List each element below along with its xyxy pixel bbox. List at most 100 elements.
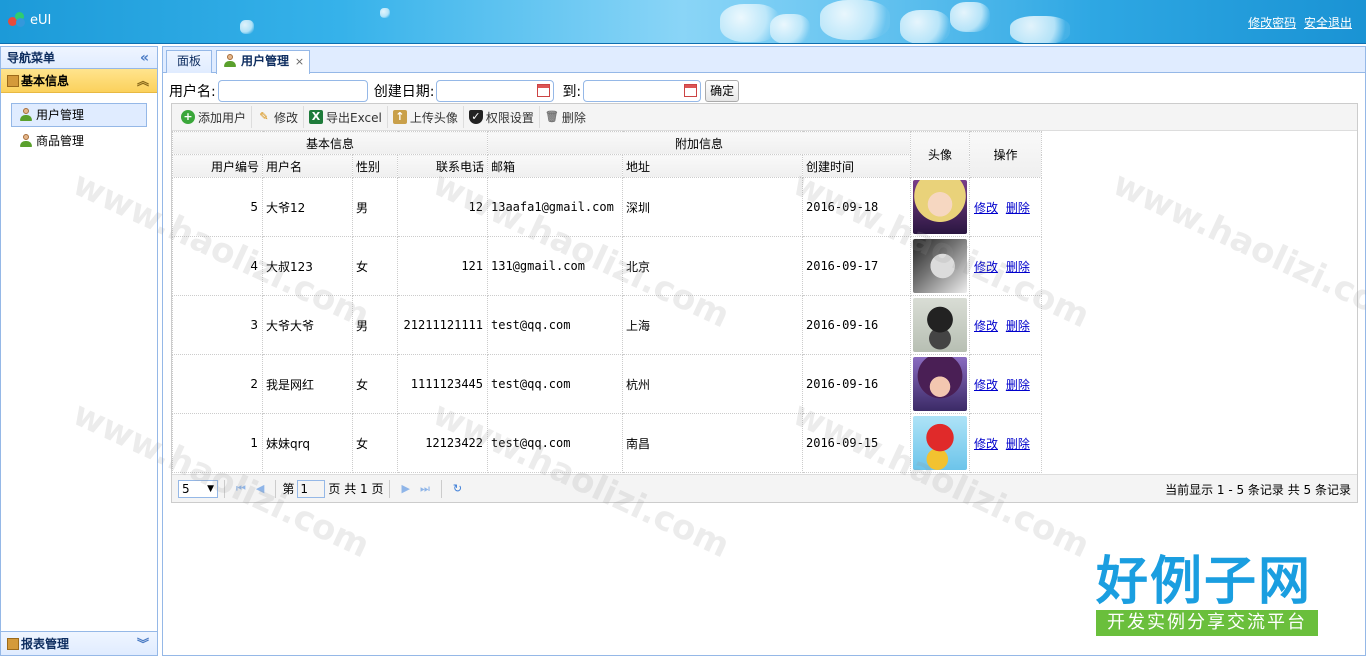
cell-operations: 修改 删除 xyxy=(969,236,1042,296)
pagination-info: 当前显示 1 - 5 条记录 共 5 条记录 xyxy=(1165,483,1351,497)
chevron-down-icon[interactable]: ︾ xyxy=(137,632,149,656)
prev-page-icon[interactable]: ◀ xyxy=(256,482,264,495)
header-group-row: 基本信息 附加信息 头像 操作 xyxy=(172,131,1042,178)
app-name: eUI xyxy=(30,12,52,28)
cell-user-id: 3 xyxy=(172,295,263,355)
avatar-image xyxy=(913,357,967,411)
cell-username: 妹妹qrq xyxy=(262,413,353,473)
user-icon xyxy=(19,134,33,148)
permission-settings-button[interactable]: ✓ 权限设置 xyxy=(464,106,540,128)
tab-bar: 面板 用户管理 × xyxy=(163,47,1365,74)
cell-user-id: 5 xyxy=(172,177,263,237)
cell-email: test@qq.com xyxy=(487,354,623,414)
next-page-icon[interactable]: ▶ xyxy=(401,482,409,495)
nav-item-label: 商品管理 xyxy=(36,134,85,148)
cell-phone: 12 xyxy=(397,177,488,237)
last-page-icon[interactable]: ⏭ xyxy=(420,482,430,496)
user-table: 基本信息 附加信息 头像 操作 用户编号 用户名 性别 联系电话 邮箱 地址 创… xyxy=(172,131,1042,473)
col-avatar[interactable]: 头像 xyxy=(910,131,970,178)
accordion-reports[interactable]: 报表管理 ︾ xyxy=(1,631,157,655)
create-date-label: 创建日期: xyxy=(373,84,435,100)
collapse-icon[interactable]: « xyxy=(140,47,149,69)
row-delete-link[interactable]: 删除 xyxy=(1006,260,1030,274)
row-edit-link[interactable]: 修改 xyxy=(974,437,998,451)
accordion-basic-info-label: 基本信息 xyxy=(21,74,70,88)
cell-username: 大爷大爷 xyxy=(262,295,353,355)
row-delete-link[interactable]: 删除 xyxy=(1006,378,1030,392)
first-page-icon[interactable]: ⏮ xyxy=(236,482,246,496)
page-suffix: 页 共 1 页 xyxy=(328,482,384,496)
row-edit-link[interactable]: 修改 xyxy=(974,378,998,392)
cell-email: 13aafa1@gmail.com xyxy=(487,177,623,237)
cell-user-id: 4 xyxy=(172,236,263,296)
page-size-select[interactable]: 5 xyxy=(178,479,218,498)
cell-gender: 女 xyxy=(352,236,398,296)
nav-panel: 导航菜单 « 基本信息 ︽ 用户管理 商品管理 报表管理 ︾ xyxy=(0,46,158,656)
cell-email: 131@gmail.com xyxy=(487,236,623,296)
tab-label: 用户管理 xyxy=(241,54,290,68)
refresh-icon[interactable]: ↻ xyxy=(453,482,462,495)
cell-username: 大爷12 xyxy=(262,177,353,237)
nav-list: 用户管理 商品管理 xyxy=(1,93,157,165)
col-created-time[interactable]: 创建时间 xyxy=(802,154,911,178)
calendar-icon[interactable] xyxy=(537,84,551,97)
cell-avatar xyxy=(910,354,970,414)
delete-button[interactable]: 🗑 删除 xyxy=(540,106,591,128)
table-row[interactable]: 2 我是网红 女 1111123445 test@qq.com 杭州 2016-… xyxy=(172,354,1042,414)
col-gender[interactable]: 性别 xyxy=(352,154,398,178)
export-excel-button[interactable]: X 导出Excel xyxy=(304,106,388,128)
table-row[interactable]: 4 大叔123 女 121 131@gmail.com 北京 2016-09-1… xyxy=(172,236,1042,296)
col-username[interactable]: 用户名 xyxy=(262,154,353,178)
row-edit-link[interactable]: 修改 xyxy=(974,260,998,274)
row-delete-link[interactable]: 删除 xyxy=(1006,319,1030,333)
calendar-icon[interactable] xyxy=(684,84,698,97)
end-date-input[interactable] xyxy=(583,80,702,102)
nav-item-label: 用户管理 xyxy=(36,108,85,122)
nav-item-product-management[interactable]: 商品管理 xyxy=(11,129,147,153)
edit-button[interactable]: ✎ 修改 xyxy=(252,106,305,128)
table-row[interactable]: 1 妹妹qrq 女 12123422 test@qq.com 南昌 2016-0… xyxy=(172,413,1042,473)
cell-gender: 男 xyxy=(352,177,398,237)
export-label: 导出Excel xyxy=(326,110,382,125)
excel-icon: X xyxy=(309,110,324,124)
accordion-reports-label: 报表管理 xyxy=(21,637,70,651)
close-icon[interactable]: × xyxy=(295,51,304,72)
chevron-up-icon[interactable]: ︽ xyxy=(137,69,149,93)
tab-user-management[interactable]: 用户管理 × xyxy=(216,50,311,74)
nav-title-text: 导航菜单 xyxy=(7,51,56,65)
nav-item-user-management[interactable]: 用户管理 xyxy=(11,103,147,127)
row-delete-link[interactable]: 删除 xyxy=(1006,437,1030,451)
change-password-link[interactable]: 修改密码 xyxy=(1248,16,1296,30)
add-user-button[interactable]: + 添加用户 xyxy=(176,106,253,128)
row-edit-link[interactable]: 修改 xyxy=(974,319,998,333)
col-address[interactable]: 地址 xyxy=(622,154,803,178)
upload-icon: ↑ xyxy=(392,110,407,124)
table-row[interactable]: 5 大爷12 男 12 13aafa1@gmail.com 深圳 2016-09… xyxy=(172,177,1042,237)
cell-phone: 21211121111 xyxy=(397,295,488,355)
cell-address: 南昌 xyxy=(622,413,803,473)
table-row[interactable]: 3 大爷大爷 男 21211121111 test@qq.com 上海 2016… xyxy=(172,295,1042,355)
brand-title: 好例子网 xyxy=(1096,551,1313,612)
col-operations: 操作 xyxy=(969,131,1042,178)
username-input[interactable] xyxy=(217,80,368,102)
start-date-input[interactable] xyxy=(436,80,555,102)
tab-panel[interactable]: 面板 xyxy=(166,50,213,73)
user-icon xyxy=(223,54,237,68)
avatar-image xyxy=(913,416,967,470)
cell-phone: 12123422 xyxy=(397,413,488,473)
upload-avatar-button[interactable]: ↑ 上传头像 xyxy=(388,106,464,128)
col-email[interactable]: 邮箱 xyxy=(487,154,623,178)
col-user-id[interactable]: 用户编号 xyxy=(172,154,263,178)
cell-phone: 121 xyxy=(397,236,488,296)
logout-link[interactable]: 安全退出 xyxy=(1304,16,1352,30)
page-prefix: 第 xyxy=(282,482,295,496)
col-phone[interactable]: 联系电话 xyxy=(397,154,488,178)
accordion-basic-info[interactable]: 基本信息 ︽ xyxy=(1,69,157,93)
cell-user-id: 2 xyxy=(172,354,263,414)
nav-panel-title: 导航菜单 « xyxy=(1,47,157,69)
username-label: 用户名: xyxy=(169,84,216,100)
row-edit-link[interactable]: 修改 xyxy=(974,201,998,215)
page-number-input[interactable]: 1 xyxy=(297,479,326,498)
search-submit-button[interactable]: 确定 xyxy=(705,80,740,102)
row-delete-link[interactable]: 删除 xyxy=(1006,201,1030,215)
